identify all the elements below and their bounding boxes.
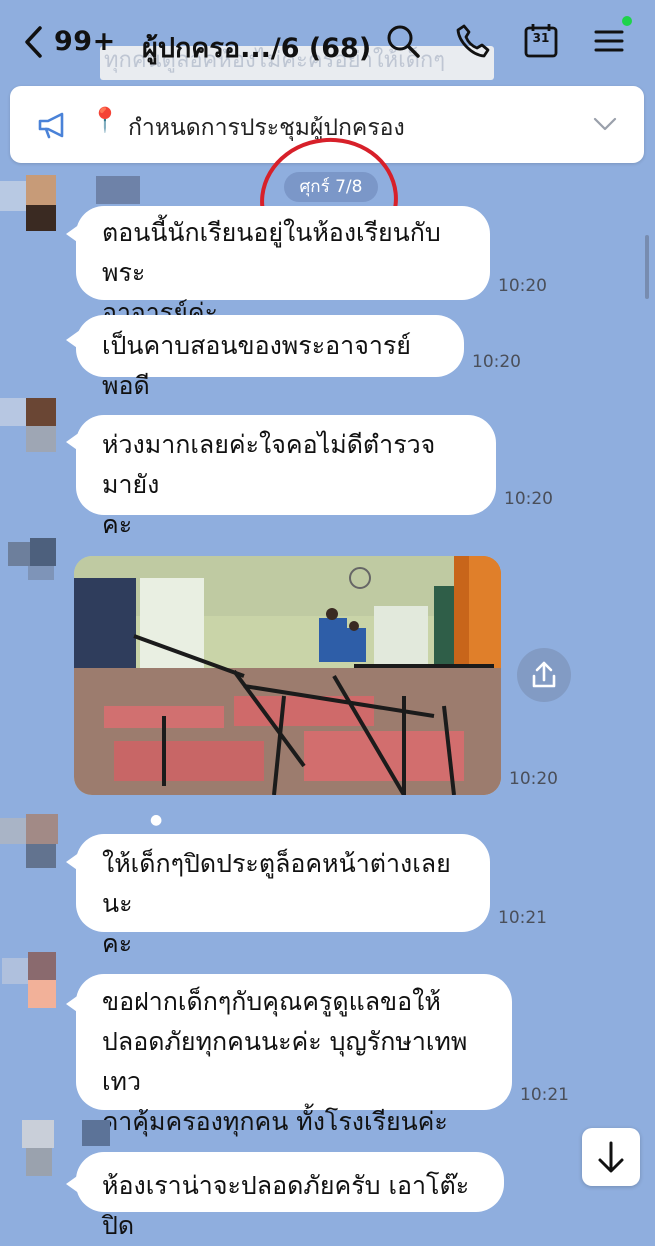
message-line: ห่วงมากเลยค่ะใจคอไม่ดีตำรวจมายัง bbox=[102, 430, 436, 499]
message-time: 10:20 bbox=[472, 352, 521, 372]
share-icon bbox=[532, 661, 556, 688]
scrollbar[interactable] bbox=[645, 235, 649, 299]
calendar-icon[interactable]: 31 bbox=[522, 22, 560, 60]
message-line: เป็นคาบสอนของพระอาจารย์พอดี bbox=[102, 331, 411, 400]
message-time: 10:21 bbox=[498, 908, 547, 928]
message-bubble[interactable]: ให้เด็กๆปิดประตูล็อคหน้าต่างเลยนะ คะ bbox=[76, 834, 490, 958]
chevron-down-icon[interactable] bbox=[592, 114, 618, 134]
scroll-to-bottom-button[interactable] bbox=[582, 1128, 640, 1186]
message-line: ให้เด็กๆปิดประตูล็อคหน้าต่างเลยนะ bbox=[102, 849, 451, 918]
message-line: ปลอดภัยทุกคนนะค่ะ บุญรักษาเทพเทว bbox=[102, 1027, 468, 1096]
chevron-left-icon[interactable] bbox=[20, 22, 50, 62]
chat-title[interactable]: ผู้ปกครอ.../6 (68) bbox=[142, 26, 371, 69]
online-indicator bbox=[622, 16, 632, 26]
hamburger-menu-icon[interactable] bbox=[590, 22, 628, 60]
message-time: 10:20 bbox=[504, 489, 553, 509]
calendar-day: 31 bbox=[532, 31, 550, 45]
sender-name-redacted bbox=[82, 1120, 110, 1146]
avatar[interactable] bbox=[0, 175, 60, 235]
avatar[interactable] bbox=[0, 814, 62, 870]
message-line: ดาคุ้มครองทุกคน ทั้งโรงเรียนค่ะ bbox=[102, 1107, 448, 1136]
message-line: ขอฝากเด็กๆกับคุณครูดูแลขอให้ bbox=[102, 987, 441, 1016]
megaphone-icon bbox=[38, 112, 64, 139]
pin-icon: 📍 bbox=[90, 106, 120, 134]
avatar[interactable] bbox=[0, 398, 60, 454]
sender-name-redacted bbox=[96, 176, 140, 204]
classroom-photo[interactable] bbox=[74, 556, 501, 795]
message-time: 10:20 bbox=[509, 769, 558, 789]
message-line: ห้องเราน่าจะปลอดภัยครับ เอาโต๊ะปิด bbox=[102, 1171, 470, 1240]
message-line: คะ bbox=[102, 929, 133, 958]
arrow-down-icon bbox=[598, 1141, 624, 1173]
message-line: ตอนนี้นักเรียนอยู่ในห้องเรียนกับพระ bbox=[102, 218, 441, 287]
avatar[interactable] bbox=[0, 1118, 60, 1176]
phone-icon[interactable] bbox=[454, 22, 492, 60]
search-icon[interactable] bbox=[384, 22, 422, 60]
message-time: 10:21 bbox=[520, 1085, 569, 1105]
message-bubble[interactable]: ตอนนี้นักเรียนอยู่ในห้องเรียนกับพระ อาจา… bbox=[76, 206, 490, 327]
unread-count[interactable]: 99+ bbox=[54, 26, 116, 57]
message-bubble[interactable]: ขอฝากเด็กๆกับคุณครูดูแลขอให้ ปลอดภัยทุกค… bbox=[76, 974, 512, 1136]
message-bubble[interactable]: เป็นคาบสอนของพระอาจารย์พอดี bbox=[76, 315, 464, 400]
message-time: 10:20 bbox=[498, 276, 547, 296]
avatar[interactable] bbox=[0, 534, 62, 582]
chat-header: ทุกคนดูลอคห้องไม่ค่ะครอย่าให้เด็กๆ 99+ ผ… bbox=[0, 0, 655, 84]
message-bubble[interactable]: ห้องเราน่าจะปลอดภัยครับ เอาโต๊ะปิด bbox=[76, 1152, 504, 1240]
message-bubble[interactable]: ห่วงมากเลยค่ะใจคอไม่ดีตำรวจมายัง คะ bbox=[76, 415, 496, 539]
sender-badge-icon: ● bbox=[150, 812, 163, 828]
announcement-text: กำหนดการประชุมผู้ปกครอง bbox=[128, 115, 405, 141]
message-line: คะ bbox=[102, 510, 133, 539]
avatar[interactable] bbox=[0, 952, 60, 1010]
share-button[interactable] bbox=[517, 648, 571, 702]
